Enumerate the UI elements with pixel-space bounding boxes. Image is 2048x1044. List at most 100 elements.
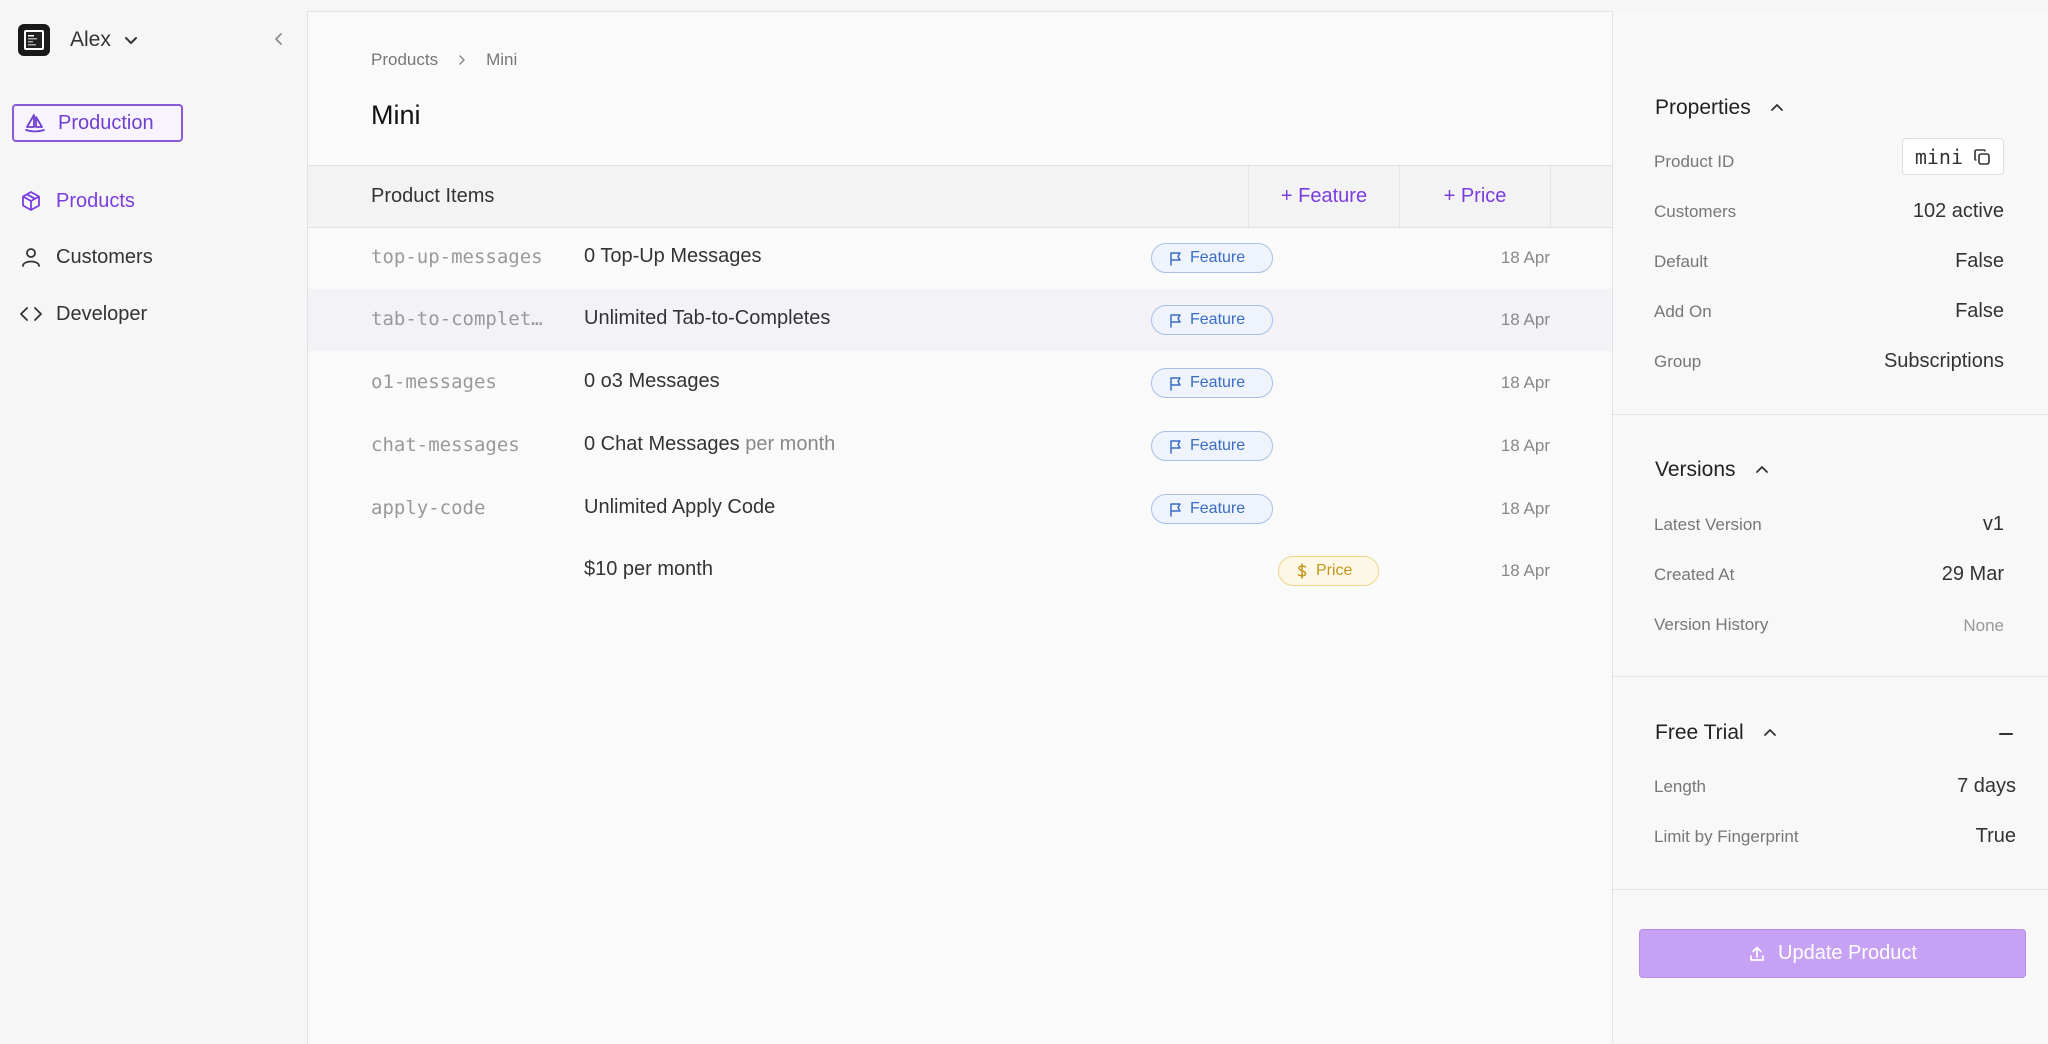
chevron-up-icon[interactable] [1762,725,1778,741]
properties-title: Properties [1655,96,1751,119]
property-group: Group Subscriptions [1654,347,2004,377]
upload-icon [1748,945,1766,963]
tag-label: Feature [1190,374,1246,391]
feature-tag: Feature [1151,368,1273,398]
table-row[interactable]: chat-messages 0 Chat Messages per month … [308,415,1613,477]
property-label: Length [1654,777,1706,796]
table-row[interactable]: o1-messages 0 o3 Messages Feature 18 Apr [308,352,1613,414]
flag-icon [1168,251,1183,266]
table-row[interactable]: apply-code Unlimited Apply Code Feature … [308,478,1613,540]
tag-label: Feature [1190,311,1246,328]
workspace-switcher[interactable]: Alex [18,22,139,58]
property-label: Latest Version [1654,515,1762,534]
product-items-header: Product Items + Feature + Price [308,165,1613,228]
tag-label: Feature [1190,500,1246,517]
main-content: Products Mini Mini Product Items + Featu… [307,11,1613,1044]
breadcrumb: Products Mini [371,50,517,70]
property-label: Add On [1654,302,1712,321]
property-value[interactable]: None [1963,616,2004,636]
sidebar-item-developer[interactable]: Developer [18,297,147,331]
properties-section-header: Properties [1655,96,1785,120]
property-default: Default False [1654,247,2004,277]
add-feature-button[interactable]: + Feature [1248,166,1399,227]
table-row[interactable]: $10 per month Price 18 Apr [308,540,1613,602]
add-price-button[interactable]: + Price [1399,166,1551,227]
sidebar-item-customers[interactable]: Customers [18,240,153,274]
version-created-at: Created At 29 Mar [1654,560,2004,590]
chevron-right-icon [456,54,468,66]
breadcrumb-current: Mini [486,50,518,69]
feature-tag: Feature [1151,243,1273,273]
copy-icon [1973,148,1991,166]
feature-tag: Feature [1151,305,1273,335]
item-description-text: $10 per month [584,558,713,580]
remove-free-trial-button[interactable] [1995,723,2017,745]
item-description: $10 per month [584,558,713,581]
copy-product-id-button[interactable]: mini [1901,138,2004,175]
item-description-text: Unlimited Tab-to-Completes [584,307,831,329]
item-description: 0 Top-Up Messages [584,245,762,268]
price-tag: Price [1278,556,1379,586]
item-date: 18 Apr [1500,373,1550,392]
product-id-value: mini [1914,144,1963,169]
versions-section-header: Versions [1655,458,1770,482]
sidebar-item-label: Customers [56,245,153,268]
item-date: 18 Apr [1500,561,1550,580]
sidebar-item-label: Developer [56,302,148,325]
property-label: Default [1654,252,1708,271]
minus-icon [1999,733,2013,735]
property-label: Group [1654,352,1702,371]
versions-title: Versions [1655,458,1736,481]
package-icon [18,190,44,212]
table-row[interactable]: tab-to-complet… Unlimited Tab-to-Complet… [308,289,1613,351]
item-description-text: 0 Chat Messages [584,433,740,455]
tag-label: Price [1316,562,1353,579]
property-value: Subscriptions [1883,350,2004,372]
property-value: False [1955,250,2004,272]
property-value: 102 active [1912,200,2004,222]
free-trial-length: Length 7 days [1654,772,2016,802]
property-label: Created At [1654,565,1735,584]
sidebar-item-products[interactable]: Products [18,184,135,218]
feature-tag: Feature [1151,494,1273,524]
property-label: Version History [1654,615,1769,634]
chevron-down-icon [123,32,139,48]
flag-icon [1168,376,1183,391]
property-customers: Customers 102 active [1654,197,2004,227]
property-product-id: Product ID mini [1654,138,2004,177]
sidebar: Alex Production Products Customers Devel… [0,0,307,1043]
user-icon [18,246,44,268]
update-product-button[interactable]: Update Product [1639,929,2026,978]
table-row[interactable]: top-up-messages 0 Top-Up Messages Featur… [308,227,1613,289]
environment-label: Production [58,111,154,134]
page-title: Mini [371,100,421,130]
item-date: 18 Apr [1500,499,1550,518]
item-id: o1-messages [371,371,497,393]
sailboat-icon [24,112,46,134]
free-trial-title: Free Trial [1655,721,1744,744]
property-value: False [1955,300,2004,322]
item-description: Unlimited Apply Code [584,496,775,519]
details-panel: Properties Product ID mini Customers 102… [1612,11,2048,1043]
chevron-up-icon[interactable] [1769,100,1785,116]
workspace-logo-icon [18,24,50,56]
item-id: tab-to-complet… [371,308,543,330]
property-value: v1 [1982,513,2004,535]
collapse-sidebar-button[interactable] [268,28,290,50]
property-value: 29 Mar [1941,563,2004,585]
item-description: 0 o3 Messages [584,370,720,393]
item-description: Unlimited Tab-to-Completes [584,307,830,330]
property-add-on: Add On False [1654,297,2004,327]
environment-badge[interactable]: Production [12,104,183,142]
property-value: 7 days [1957,775,2016,797]
tag-label: Feature [1190,249,1246,266]
code-icon [18,303,44,325]
divider [1613,676,2048,677]
divider [1613,889,2048,890]
property-label: Customers [1654,202,1737,221]
item-id: top-up-messages [371,246,543,268]
dollar-icon [1295,563,1309,579]
chevron-up-icon[interactable] [1754,462,1770,478]
free-trial-section-header: Free Trial [1655,721,1778,745]
breadcrumb-link-products[interactable]: Products [371,50,438,70]
